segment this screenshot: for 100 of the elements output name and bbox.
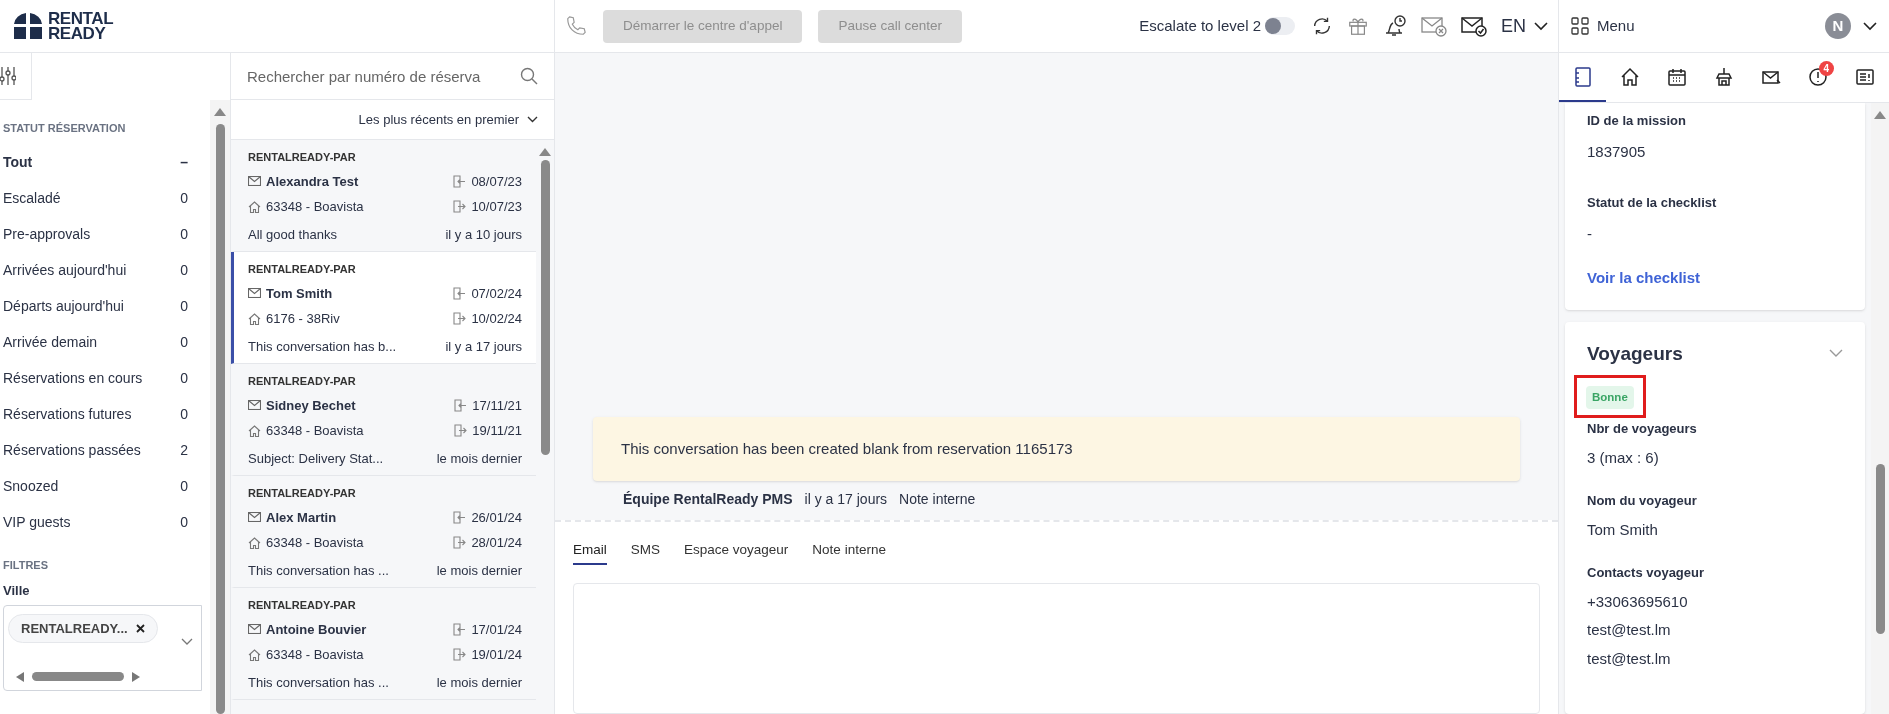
scrollbar-thumb[interactable] (32, 672, 124, 681)
field-label: Nbr de voyageurs (1587, 420, 1698, 439)
status-filter-item[interactable]: Arrivée demain 0 (3, 324, 202, 361)
chevron-down-icon (527, 116, 538, 123)
scroll-up-icon[interactable] (1874, 111, 1886, 119)
composer-tab[interactable]: SMS (630, 540, 661, 566)
chevron-down-icon (181, 637, 193, 646)
check-out-icon (453, 536, 467, 550)
house-icon (248, 424, 261, 437)
status-filter-item[interactable]: VIP guests 0 (3, 504, 202, 541)
status-filter-item[interactable]: Départs aujourd'hui 0 (3, 288, 202, 325)
time-label: il y a 10 jours (445, 225, 522, 244)
envelope-icon (248, 624, 261, 635)
guest-name: Alexandra Test (266, 172, 359, 191)
mail-check-icon[interactable] (1461, 15, 1487, 37)
scroll-up-icon[interactable] (214, 108, 226, 116)
mail-cross-icon[interactable] (1421, 15, 1447, 37)
status-filter-item[interactable]: Escaladé 0 (3, 180, 202, 217)
check-out-icon (453, 312, 467, 326)
agency-label: RENTALREADY-PAR (248, 262, 357, 277)
guest-name: Sidney Bechet (266, 396, 356, 415)
status-filter-item[interactable]: Réservations passées 2 (3, 432, 202, 469)
message-preview: All good thanks (248, 225, 337, 244)
search-icon (520, 67, 538, 85)
status-badge: Bonne (1586, 386, 1634, 410)
scrollbar-thumb[interactable] (540, 160, 550, 455)
scrollbar-thumb[interactable] (215, 124, 225, 714)
gift-icon[interactable] (1347, 15, 1369, 37)
time-label: il y a 17 jours (445, 337, 522, 356)
time-label: le mois dernier (436, 449, 522, 468)
check-out-icon (454, 424, 468, 438)
property-label: 63348 - Boavista (266, 646, 364, 664)
check-in-icon (454, 398, 468, 412)
status-filter-item[interactable]: Pre-approvals 0 (3, 216, 202, 253)
scroll-left-icon[interactable] (16, 671, 24, 682)
status-filter-item[interactable]: Réservations futures 0 (3, 396, 202, 433)
envelope-icon (248, 288, 261, 299)
status-filter-item[interactable]: Tout – (3, 144, 202, 181)
field-label: Nom du voyageur (1587, 492, 1698, 511)
field-value: - (1587, 223, 1593, 244)
escalate-toggle[interactable] (1265, 17, 1295, 35)
status-filter-item[interactable]: Arrivées aujourd'hui 0 (3, 252, 202, 289)
status-filter-item[interactable]: Snoozed 0 (3, 468, 202, 505)
date-label: 19/11/21 (472, 422, 522, 440)
check-in-icon (453, 174, 467, 188)
logo-icon (12, 12, 44, 40)
section-title: STATUT RÉSERVATION (3, 121, 127, 136)
grid-icon (1571, 17, 1589, 35)
field-label: ID de la mission (1587, 112, 1687, 130)
field-value: Tom Smith (1587, 519, 1659, 540)
bell-clock-icon[interactable] (1383, 15, 1407, 37)
phone-icon[interactable] (565, 15, 587, 37)
composer-tab[interactable]: Espace voyageur (684, 540, 789, 566)
close-icon[interactable] (135, 623, 145, 633)
date-label: 17/11/21 (472, 396, 522, 415)
time-label: le mois dernier (436, 673, 522, 692)
field-value: test@test.lm (1587, 620, 1672, 641)
field-label: Ville (3, 582, 31, 600)
language-dropdown[interactable]: EN (1501, 12, 1548, 40)
scrollbar[interactable] (1871, 103, 1889, 714)
date-label: 10/07/23 (471, 198, 522, 216)
logo-text: RENTAL READY (48, 11, 114, 41)
guest-name: Tom Smith (266, 284, 333, 303)
message-time: il y a 17 jours (804, 490, 888, 509)
search-field[interactable]: Rechercher par numéro de réserva (231, 53, 554, 100)
check-in-icon (453, 510, 467, 524)
city-select[interactable]: RENTALREADY... (3, 604, 202, 691)
status-filter-item[interactable]: Réservations en cours 0 (3, 360, 202, 397)
scrollbar[interactable] (210, 100, 230, 714)
filter-chip: RENTALREADY... (8, 613, 158, 643)
message-preview: This conversation has ... (248, 673, 389, 692)
field-label: Contacts voyageur (1587, 564, 1706, 583)
composer-tab[interactable]: Email (573, 540, 607, 566)
chevron-down-icon[interactable] (1863, 21, 1877, 31)
composer-tab[interactable]: Note interne (812, 540, 886, 566)
property-label: 6176 - 38Riv (266, 310, 340, 328)
time-label: le mois dernier (436, 561, 522, 580)
check-out-icon (453, 648, 467, 662)
check-in-icon (453, 286, 467, 300)
date-label: 28/01/24 (471, 534, 522, 552)
check-in-icon (453, 622, 467, 636)
section-title: FILTRES (3, 557, 49, 573)
agency-label: RENTALREADY-PAR (248, 374, 357, 389)
refresh-icon[interactable] (1311, 15, 1333, 37)
filter-toggle-button[interactable] (0, 53, 32, 100)
side-panel-tab[interactable]: 4 (1794, 53, 1842, 102)
conversation-item[interactable]: RENTALREADY-PAR Tom Smith 07/02/24 6176 - 38Riv 10/02/24 This conversation has b... il y a 17 jours (231, 252, 536, 364)
envelope-icon (248, 400, 261, 411)
message-bubble: This conversation has been created blank from reservation 1165173 (593, 416, 1520, 481)
menu-button[interactable]: Menu (1571, 14, 1635, 38)
date-label: 10/02/24 (471, 310, 522, 328)
scroll-up-icon[interactable] (539, 148, 551, 156)
scrollbar-thumb[interactable] (1875, 464, 1885, 634)
scroll-right-icon[interactable] (132, 671, 140, 682)
checklist-link[interactable]: Voir la checklist (1587, 267, 1843, 290)
escalate-label: Escalate to level 2 (1139, 15, 1261, 36)
house-icon (248, 312, 261, 325)
property-label: 63348 - Boavista (266, 198, 364, 216)
property-label: 63348 - Boavista (266, 534, 364, 552)
envelope-icon (248, 512, 261, 523)
